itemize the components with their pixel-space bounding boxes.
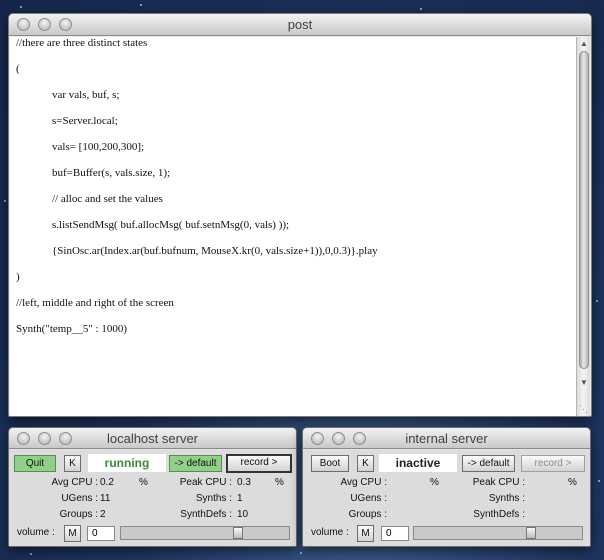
background-star	[596, 300, 598, 302]
ugens-label: UGens :	[61, 493, 98, 504]
synthdefs-value: 10	[237, 509, 249, 520]
localhost-server-window: localhost server Quit K running -> defau…	[8, 427, 297, 547]
boot-button[interactable]: Boot	[311, 455, 349, 472]
window-title: localhost server	[106, 431, 199, 446]
code-line: //left, middle and right of the screen	[16, 297, 174, 309]
post-titlebar[interactable]: post	[9, 14, 591, 36]
quit-button[interactable]: Quit	[14, 455, 56, 472]
synthdefs-label: SynthDefs :	[180, 509, 232, 520]
avg-cpu-label: Avg CPU :	[340, 477, 388, 488]
percent-sign: %	[139, 477, 148, 488]
volume-label: volume :	[17, 527, 55, 538]
percent-sign: %	[568, 477, 577, 488]
background-star	[30, 553, 32, 555]
window-title: internal server	[405, 431, 488, 446]
internal-server-panel: Boot K inactive -> default record > Avg …	[303, 450, 590, 546]
mute-button[interactable]: M	[64, 525, 81, 542]
post-window: post //there are three distinct states (…	[8, 13, 592, 417]
ugens-label: UGens :	[350, 493, 387, 504]
code-editor[interactable]: //there are three distinct states ( var …	[10, 37, 577, 416]
internal-server-window: internal server Boot K inactive -> defau…	[302, 427, 591, 547]
kill-button[interactable]: K	[64, 455, 81, 472]
volume-slider-knob[interactable]	[526, 527, 536, 539]
background-star	[140, 4, 142, 6]
background-star	[598, 480, 600, 482]
background-star	[20, 6, 22, 8]
background-star	[420, 8, 422, 10]
peak-cpu-value: 0.3	[237, 477, 251, 488]
window-title: post	[287, 17, 313, 32]
server-status: inactive	[379, 454, 457, 472]
volume-slider[interactable]	[120, 526, 290, 540]
background-star	[300, 552, 302, 554]
set-default-button[interactable]: -> default	[169, 455, 222, 472]
percent-sign: %	[275, 477, 284, 488]
code-line: buf=Buffer(s, vals.size, 1);	[52, 167, 171, 179]
volume-label: volume :	[311, 527, 349, 538]
groups-label: Groups :	[59, 509, 98, 520]
record-button[interactable]: record >	[226, 454, 292, 473]
kill-button[interactable]: K	[357, 455, 374, 472]
code-line: (	[16, 63, 20, 75]
code-line: vals= [100,200,300];	[52, 141, 145, 153]
arrow-down-icon[interactable]: ▼	[577, 377, 591, 389]
peak-cpu-label: Peak CPU :	[179, 477, 232, 488]
scroll-thumb[interactable]	[579, 51, 589, 369]
avg-cpu-value: 0.2	[100, 477, 114, 488]
code-line: Synth("temp__5" : 1000)	[16, 323, 128, 335]
synths-label: Synths :	[488, 493, 525, 504]
peak-cpu-label: Peak CPU :	[472, 477, 525, 488]
code-line: {SinOsc.ar(Index.ar(buf.bufnum, MouseX.k…	[52, 245, 378, 257]
code-line: s=Server.local;	[52, 115, 118, 127]
ugens-value: 11	[100, 493, 111, 504]
synthdefs-label: SynthDefs :	[473, 509, 525, 520]
arrow-up-icon[interactable]: ▲	[577, 38, 591, 50]
server-status: running	[88, 454, 166, 472]
volume-slider-knob[interactable]	[233, 527, 243, 539]
background-star	[4, 200, 6, 202]
code-line: )	[16, 271, 20, 283]
synths-label: Synths :	[195, 493, 232, 504]
code-line: var vals, buf, s;	[52, 89, 120, 101]
localhost-server-panel: Quit K running -> default record > Avg C…	[9, 450, 296, 546]
code-line: //there are three distinct states	[16, 37, 148, 49]
internal-titlebar[interactable]: internal server	[303, 428, 590, 449]
set-default-button[interactable]: -> default	[462, 455, 515, 472]
groups-label: Groups :	[348, 509, 387, 520]
resize-grip-icon[interactable]: ⋱	[577, 403, 590, 415]
volume-input[interactable]: 0	[381, 526, 409, 541]
groups-value: 2	[100, 509, 106, 520]
avg-cpu-label: Avg CPU :	[51, 477, 99, 488]
volume-input[interactable]: 0	[87, 526, 115, 541]
localhost-titlebar[interactable]: localhost server	[9, 428, 296, 449]
mute-button[interactable]: M	[357, 525, 374, 542]
record-button[interactable]: record >	[521, 455, 585, 472]
code-line: s.listSendMsg( buf.allocMsg( buf.setnMsg…	[52, 219, 290, 231]
percent-sign: %	[430, 477, 439, 488]
synths-value: 1	[237, 493, 243, 504]
volume-slider[interactable]	[413, 526, 583, 540]
vertical-scrollbar[interactable]: ▲ ▼	[576, 37, 591, 416]
code-line: // alloc and set the values	[52, 193, 163, 205]
